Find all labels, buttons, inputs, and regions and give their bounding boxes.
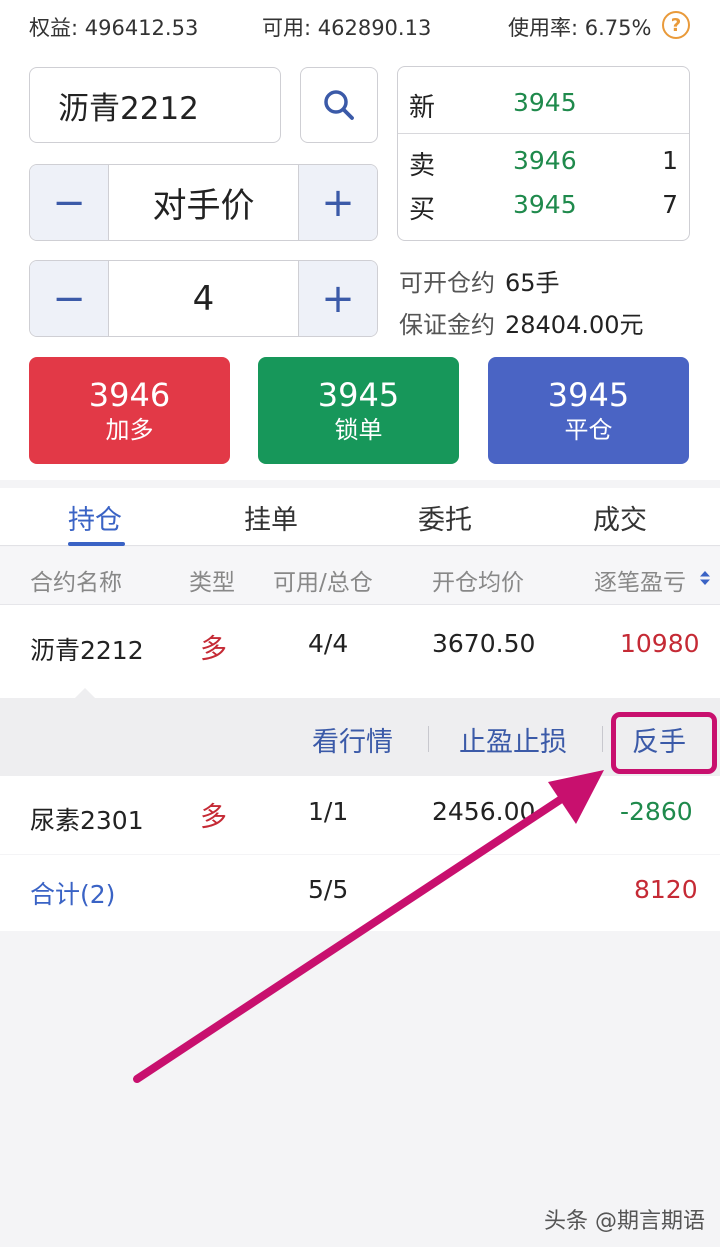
lock-label: 锁单 [334,415,383,444]
reverse-highlight-box [611,712,717,774]
total-row: 合计(2) 5/5 8120 [0,855,720,931]
tab-positions[interactable]: 持仓 [68,498,122,537]
position-type: 多 [200,802,227,833]
tab-pending-orders[interactable]: 挂单 [244,498,298,537]
quantity-minus-button[interactable]: − [30,261,108,336]
last-price: 3945 [513,88,577,117]
available-text: 可用: 462890.13 [262,16,432,40]
col-avg-open-price: 开仓均价 [432,570,524,596]
openable-info: 可开仓约 65手 [399,263,560,298]
close-position-button[interactable]: 3945 平仓 [488,357,689,464]
add-long-price: 3946 [88,375,171,414]
ask-price: 3946 [513,146,577,175]
sort-icon[interactable] [699,570,711,586]
last-price-label: 新 [409,93,436,123]
quote-divider [398,133,689,134]
table-row[interactable]: 沥青2212 多 4/4 3670.50 10980 [0,605,720,698]
quantity-plus-button[interactable]: + [299,261,377,336]
position-name: 沥青2212 [30,636,144,665]
ask-volume: 1 [662,146,678,175]
action-separator [428,726,429,752]
price-type-stepper: − 对手价 + [29,164,378,241]
search-icon [324,90,354,120]
position-avg-price: 3670.50 [432,629,536,658]
bid-label: 买 [409,195,436,225]
lock-price: 3945 [317,375,400,414]
close-label: 平仓 [564,415,613,444]
tab-trades[interactable]: 成交 [593,498,647,537]
position-type: 多 [200,634,227,665]
col-pnl[interactable]: 逐笔盈亏 [594,563,686,597]
position-avg-price: 2456.00 [432,797,536,826]
order-panel: 沥青2212 − 对手价 + − 4 + 新 3945 卖 3946 1 买 3… [0,52,720,480]
positions-table-header: 合约名称 类型 可用/总仓 开仓均价 逐笔盈亏 [0,547,720,605]
search-button[interactable] [300,67,378,143]
price-type-minus-button[interactable]: − [30,165,108,240]
col-contract-name: 合约名称 [30,570,122,596]
position-qty: 1/1 [308,797,349,826]
account-status-bar: 权益: 496412.53 可用: 462890.13 使用率: 6.75% ? [0,0,720,52]
view-quote-button[interactable]: 看行情 [312,720,393,759]
tab-bar: 持仓 挂单 委托 成交 [0,488,720,546]
bid-price: 3945 [513,190,577,219]
symbol-input[interactable]: 沥青2212 [29,67,281,143]
position-name: 尿素2301 [30,806,144,835]
bid-volume: 7 [662,190,678,219]
margin-value: 28404.00元 [505,311,644,339]
total-label: 合计(2) [30,880,116,909]
action-separator [602,726,603,752]
help-icon[interactable]: ? [662,11,690,39]
col-type: 类型 [189,570,235,596]
price-type-value[interactable]: 对手价 [108,165,299,240]
close-price: 3945 [547,375,630,414]
add-long-label: 加多 [105,415,154,444]
tab-orders[interactable]: 委托 [418,498,472,537]
position-pnl: 10980 [620,629,700,658]
watermark: 头条 @期言期语 [544,1209,705,1234]
total-qty: 5/5 [308,875,349,904]
quantity-stepper: − 4 + [29,260,378,337]
openable-value: 65手 [505,269,560,297]
table-row[interactable]: 尿素2301 多 1/1 2456.00 -2860 [0,776,720,854]
margin-label: 保证金约 [399,311,495,339]
col-available-total: 可用/总仓 [273,570,373,596]
equity-text: 权益: 496412.53 [29,16,199,40]
active-tab-indicator [68,542,125,546]
openable-label: 可开仓约 [399,269,495,297]
take-profit-stop-loss-button[interactable]: 止盈止损 [459,720,567,759]
lock-button[interactable]: 3945 锁单 [258,357,459,464]
quantity-value[interactable]: 4 [108,261,299,336]
margin-info: 保证金约 28404.00元 [399,305,644,340]
usage-rate-text: 使用率: 6.75% [508,16,652,40]
price-type-plus-button[interactable]: + [299,165,377,240]
add-long-button[interactable]: 3946 加多 [29,357,230,464]
position-qty: 4/4 [308,629,349,658]
position-pnl: -2860 [620,797,693,826]
total-pnl: 8120 [634,875,698,904]
ask-label: 卖 [409,151,436,181]
quote-panel: 新 3945 卖 3946 1 买 3945 7 [397,66,690,241]
